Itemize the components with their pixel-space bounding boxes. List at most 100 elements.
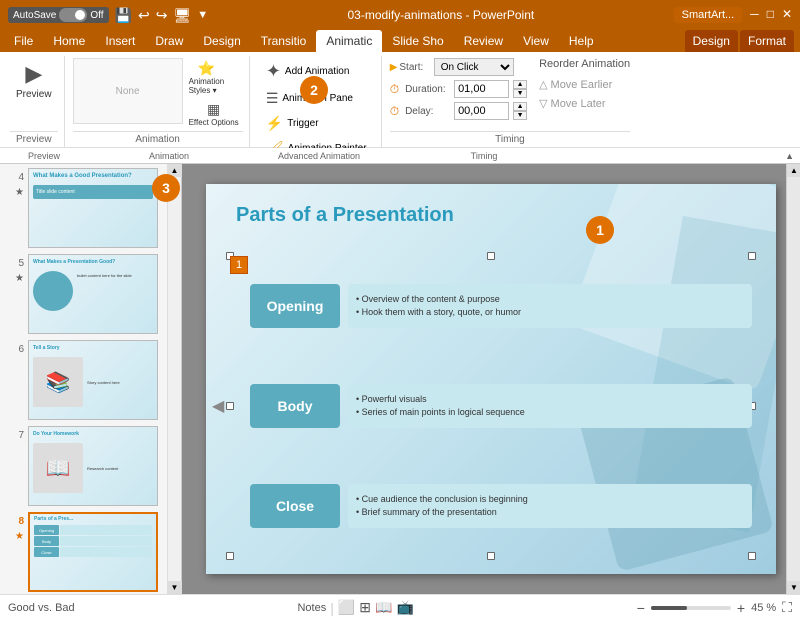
slide-panel: 4 ★ What Makes a Good Presentation? Titl… — [0, 164, 168, 594]
vscroll-track — [787, 177, 800, 581]
body-label: Body — [250, 384, 340, 428]
delay-input[interactable] — [454, 102, 509, 120]
notes-label[interactable]: Notes — [297, 602, 326, 614]
trigger-button[interactable]: ⚡ Trigger — [260, 112, 325, 135]
zoom-plus-icon[interactable]: + — [737, 600, 745, 616]
duration-spinner[interactable]: ▲ ▼ — [513, 80, 527, 98]
ribbon-group-timing: ▶ Start: On Click ⏱ Duration: ▲ ▼ — [384, 56, 636, 147]
status-sep-1: | — [330, 600, 334, 616]
delay-down[interactable]: ▼ — [513, 111, 527, 120]
slide-thumb-5[interactable]: 5 ★ What Makes a Presentation Good? bull… — [4, 254, 163, 334]
slide-num-4: 4 — [8, 168, 24, 183]
animation-styles-icon: ⭐ — [198, 60, 215, 77]
scroll-left-arrow[interactable]: ◀ — [212, 396, 224, 416]
slide-area: Parts of a Presentation 1 ◀ — [182, 164, 800, 594]
start-label: ▶ Start: — [390, 62, 430, 73]
ribbon-tabs: File Home Insert Draw Design Transitio A… — [0, 30, 800, 52]
autosave-toggle[interactable] — [59, 8, 87, 22]
vscroll-up[interactable]: ▲ — [787, 164, 800, 177]
dropdown-icon[interactable]: ▼ — [197, 9, 208, 21]
tab-design[interactable]: Design — [193, 30, 250, 52]
move-later-button: ▽ Move Later — [539, 95, 606, 112]
vscroll-down[interactable]: ▼ — [787, 581, 800, 594]
autosave-badge[interactable]: AutoSave Off — [8, 7, 109, 23]
preview-button[interactable]: ▶ Preview — [10, 58, 58, 104]
animation-styles-button[interactable]: ⭐ AnimationStyles ▾ — [185, 58, 229, 97]
slide-thumb-6[interactable]: 6 Tell a Story 📚 Story content here — [4, 340, 163, 420]
tab-draw[interactable]: Draw — [145, 30, 193, 52]
close-button[interactable]: ✕ — [782, 7, 792, 23]
view-reading-icon[interactable]: 📖 — [375, 599, 392, 616]
tab-slideshow[interactable]: Slide Sho — [382, 30, 453, 52]
slide-thumb-4[interactable]: 4 ★ What Makes a Good Presentation? Titl… — [4, 168, 163, 248]
duration-input[interactable] — [454, 80, 509, 98]
tab-transitions[interactable]: Transitio — [251, 30, 317, 52]
smartart-row-close[interactable]: Close • Cue audience the conclusion is b… — [250, 464, 752, 548]
slide-scroll-down[interactable]: ▼ — [168, 581, 182, 594]
redo-icon[interactable]: ↪ — [156, 7, 168, 24]
zoom-percentage[interactable]: 45 % — [751, 602, 776, 614]
collapse-ribbon-icon[interactable]: ▲ — [785, 151, 794, 161]
fit-slide-icon[interactable]: ⛶ — [782, 599, 792, 616]
slide-img-5[interactable]: What Makes a Presentation Good? bullet c… — [28, 254, 158, 334]
tab-review[interactable]: Review — [454, 30, 513, 52]
tab-file[interactable]: File — [4, 30, 43, 52]
smartart-row-opening[interactable]: Opening • Overview of the content & purp… — [250, 264, 752, 348]
view-presenter-icon[interactable]: 📺 — [396, 599, 413, 616]
tab-smartart-design[interactable]: Design — [685, 30, 738, 52]
handle-tc[interactable] — [487, 252, 495, 260]
smartart-context-label: SmartArt... — [674, 7, 743, 23]
slide-img-8[interactable]: Parts of a Pres... Opening Body Close — [28, 512, 158, 592]
view-normal-icon[interactable]: ⬜ — [338, 599, 355, 616]
trigger-icon: ⚡ — [266, 115, 283, 132]
star-icon-5: ★ — [15, 269, 24, 284]
animation-section-label: Animation — [84, 151, 254, 161]
zoom-slider[interactable] — [651, 606, 731, 610]
move-later-icon: ▽ — [539, 97, 547, 110]
advanced-col: ✦ Add Animation ☰ Animation Pane ⚡ Trigg… — [260, 58, 373, 160]
effect-options-button[interactable]: ▦ Effect Options — [185, 99, 243, 129]
undo-icon[interactable]: ↩ — [138, 7, 150, 24]
minimize-button[interactable]: ─ — [750, 7, 759, 23]
timing-group-content: ▶ Start: On Click ⏱ Duration: ▲ ▼ — [390, 58, 630, 129]
tab-help[interactable]: Help — [559, 30, 604, 52]
reorder-title: Reorder Animation — [539, 58, 630, 70]
delay-up[interactable]: ▲ — [513, 102, 527, 111]
tab-insert[interactable]: Insert — [95, 30, 145, 52]
add-animation-icon: ✦ — [266, 61, 281, 82]
handle-ml[interactable] — [226, 402, 234, 410]
duration-down[interactable]: ▼ — [513, 89, 527, 98]
slide-area-vscrollbar[interactable]: ▲ ▼ — [786, 164, 800, 594]
handle-tr[interactable] — [748, 252, 756, 260]
slide-thumb-8[interactable]: 8 ★ Parts of a Pres... Opening Body Clos… — [4, 512, 163, 592]
monitor-icon[interactable]: 🖥 — [173, 7, 191, 24]
restore-button[interactable]: □ — [767, 7, 774, 23]
duration-up[interactable]: ▲ — [513, 80, 527, 89]
delay-spinner[interactable]: ▲ ▼ — [513, 102, 527, 120]
handle-bl[interactable] — [226, 552, 234, 560]
status-bar: Good vs. Bad Notes | ⬜ ⊞ 📖 📺 − + 45 % ⛶ — [0, 594, 800, 620]
view-slide-sorter-icon[interactable]: ⊞ — [359, 599, 371, 616]
tab-view[interactable]: View — [513, 30, 559, 52]
tab-animations[interactable]: Animatic — [316, 30, 382, 52]
slide-num-5: 5 — [8, 254, 24, 269]
smartart-row-body[interactable]: Body • Powerful visuals • Series of main… — [250, 364, 752, 448]
trigger-label: Trigger — [287, 118, 318, 129]
save-icon[interactable]: 💾 — [115, 7, 132, 24]
smartart-selection-area[interactable]: ◀ 1 Opening • Overview of the content & … — [226, 252, 756, 560]
animation-styles-gallery[interactable]: None — [73, 58, 183, 124]
slide-img-7[interactable]: Do Your Homework 📖 Research content — [28, 426, 158, 506]
start-select[interactable]: On Click — [434, 58, 514, 76]
slide-img-4[interactable]: What Makes a Good Presentation? Title sl… — [28, 168, 158, 248]
tab-smartart-format[interactable]: Format — [740, 30, 794, 52]
tab-home[interactable]: Home — [43, 30, 95, 52]
slide-img-6[interactable]: Tell a Story 📚 Story content here — [28, 340, 158, 420]
zoom-minus-icon[interactable]: − — [637, 600, 645, 616]
window-title: 03-modify-animations - PowerPoint — [347, 8, 534, 22]
slide-thumb-7[interactable]: 7 Do Your Homework 📖 Research content — [4, 426, 163, 506]
callout-badge-2: 2 — [300, 76, 328, 104]
status-left: Good vs. Bad — [8, 602, 75, 614]
reorder-col: Reorder Animation △ Move Earlier ▽ Move … — [539, 58, 630, 112]
timing-group-label: Timing — [390, 131, 630, 145]
slide-panel-scrollbar[interactable]: ▲ ▼ — [168, 164, 182, 594]
